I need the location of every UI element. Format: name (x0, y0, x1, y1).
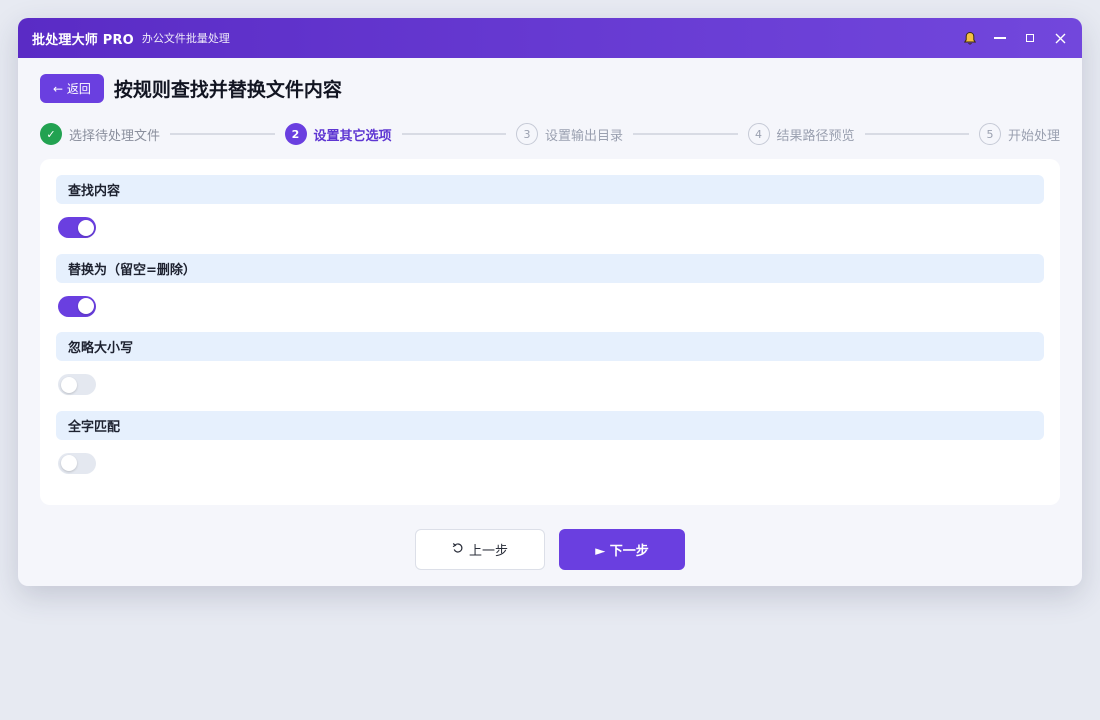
step-label: 开始处理 (1008, 128, 1061, 144)
toggle-knob (77, 298, 94, 314)
bell-icon[interactable] (962, 30, 978, 46)
title-bar: 批处理大师 PRO 办公文件批量处理 (18, 18, 1082, 58)
prev-step-button[interactable]: 上一步 (415, 529, 545, 570)
step-connector (864, 133, 969, 135)
app-window: 批处理大师 PRO 办公文件批量处理 ← 返回 按规则查找并替换文件内容 ✓ 选择… (18, 18, 1082, 586)
next-step-button[interactable]: ► 下一步 (559, 529, 685, 570)
options-card: 查找内容替换为（留空=删除） 忽略大小写全字匹配 (40, 159, 1060, 505)
window-controls (962, 30, 1068, 46)
step-3: 3 设置输出目录 (516, 123, 623, 145)
toggle-knob (60, 455, 77, 471)
page-title: 按规则查找并替换文件内容 (113, 79, 342, 101)
maximize-icon[interactable] (1022, 30, 1038, 46)
step-4: 4 结果路径预览 (747, 123, 855, 145)
option-toggle[interactable] (58, 295, 96, 317)
option-toggle[interactable] (58, 374, 96, 395)
undo-icon (452, 542, 464, 558)
step-label: 设置输出目录 (545, 128, 624, 144)
prev-step-label: 上一步 (468, 544, 508, 559)
step-2: 2 设置其它选项 (284, 123, 392, 145)
option-toggle[interactable] (58, 452, 96, 474)
toggle-knob (77, 219, 94, 236)
step-number: 5 (979, 123, 1001, 145)
wizard-stepper: ✓ 选择待处理文件 2 设置其它选项 3 设置输出目录 4 结果路径预览 5 开始处理 (40, 122, 1060, 146)
step-number: 2 (284, 123, 307, 145)
step-connector (170, 133, 275, 135)
toggle-knob (60, 376, 77, 393)
back-button[interactable]: ← 返回 (40, 74, 104, 103)
option-label: 全字匹配 (56, 410, 1044, 440)
app-name: 批处理大师 PRO (32, 32, 134, 48)
app-subtitle: 办公文件批量处理 (141, 32, 230, 45)
option-label: 替换为（留空=删除） (56, 253, 1044, 283)
step-1: ✓ 选择待处理文件 (40, 123, 160, 145)
step-number: 4 (747, 123, 770, 145)
option-label: 查找内容 (56, 175, 1044, 204)
check-icon: ✓ (40, 123, 62, 145)
step-connector (401, 133, 506, 135)
step-label: 设置其它选项 (313, 128, 392, 144)
step-connector (633, 133, 738, 135)
footer-actions: 上一步 ► 下一步 (18, 529, 1082, 570)
option-toggle[interactable] (58, 217, 96, 238)
close-icon[interactable] (1052, 30, 1068, 46)
option-label: 忽略大小写 (56, 332, 1044, 361)
step-number: 3 (516, 123, 538, 145)
step-label: 结果路径预览 (776, 128, 855, 144)
step-5: 5 开始处理 (979, 123, 1060, 145)
minimize-icon[interactable] (992, 30, 1008, 46)
step-label: 选择待处理文件 (69, 128, 161, 144)
page-header: ← 返回 按规则查找并替换文件内容 (40, 74, 342, 103)
